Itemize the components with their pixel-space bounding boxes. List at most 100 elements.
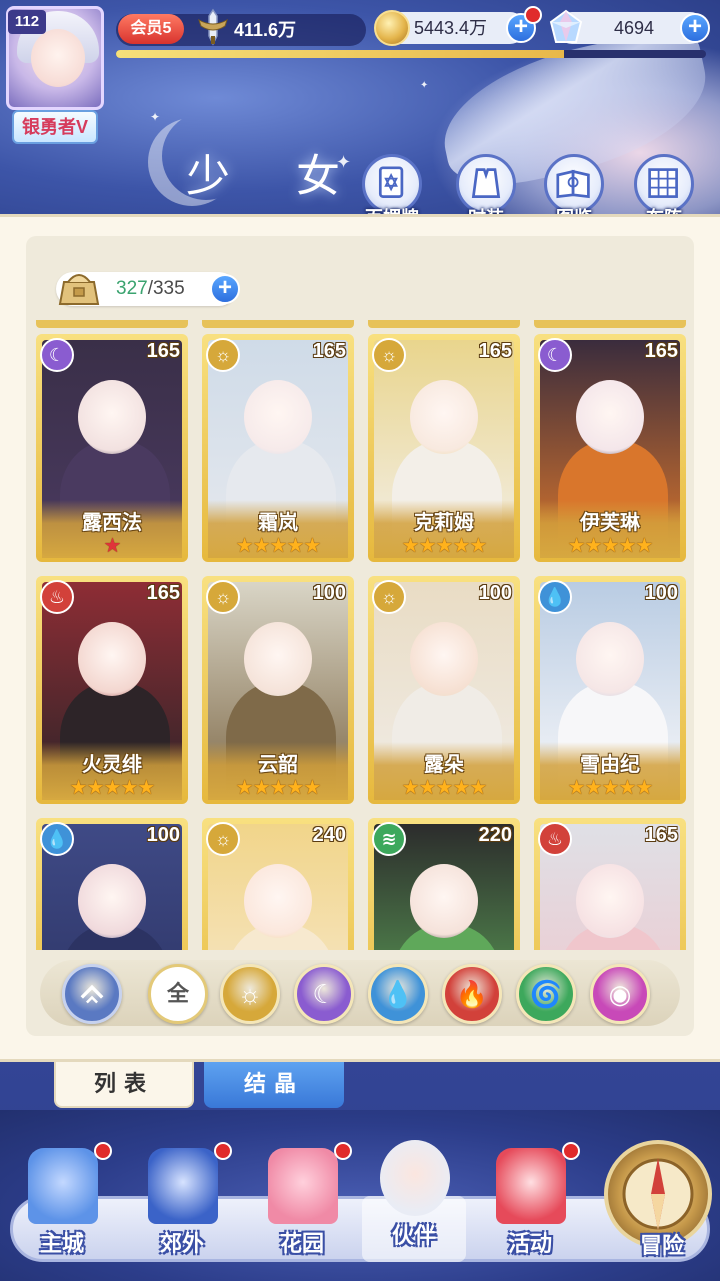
portrait-head bbox=[78, 622, 146, 696]
nav-item-partner-portrait[interactable]: 伙伴 bbox=[362, 1140, 466, 1262]
crescent-moon-icon: ☾ bbox=[312, 979, 336, 1009]
adventure-button[interactable]: 冒险 bbox=[604, 1140, 712, 1258]
nav-item-heart-garden[interactable]: 花园 bbox=[250, 1140, 354, 1266]
partner-card[interactable]: ☼ 240 bbox=[202, 818, 354, 950]
star-icon: ★ bbox=[435, 535, 454, 557]
star-icon: ★ bbox=[137, 777, 155, 799]
sun-icon: ☼ bbox=[206, 580, 240, 614]
portrait-head bbox=[78, 864, 146, 938]
nav-item-castle[interactable]: 主城 bbox=[10, 1140, 114, 1266]
star-icon: ★ bbox=[469, 777, 487, 799]
capacity-current: 327 bbox=[116, 278, 148, 299]
partner-card[interactable]: 💧 100 bbox=[36, 818, 188, 950]
star-icon: ★ bbox=[452, 535, 470, 557]
sparkle-icon: ✦ bbox=[420, 80, 429, 91]
tab-crystal[interactable]: 结晶 bbox=[204, 1062, 344, 1108]
star-icon: ★ bbox=[69, 777, 88, 799]
filter-moon-button[interactable]: ☾ bbox=[294, 964, 354, 1024]
notification-dot bbox=[334, 1142, 352, 1160]
filter-all-button[interactable]: 全 bbox=[148, 964, 208, 1024]
filter-wind-button[interactable]: 🌀 bbox=[516, 964, 576, 1024]
star-icon: ★ bbox=[269, 777, 288, 799]
tab-list[interactable]: 列表 bbox=[54, 1062, 194, 1108]
partner-level: 165 bbox=[146, 340, 180, 362]
star-icon: ★ bbox=[269, 535, 288, 557]
rank-title-tag[interactable]: 银勇者V bbox=[12, 110, 98, 144]
star-icon: ★ bbox=[286, 535, 304, 557]
partner-name: 云韶 bbox=[258, 754, 298, 776]
crescent-moon-icon: ☾ bbox=[40, 338, 74, 372]
partner-card[interactable]: ☼ 100 云韶 ★★★★★ bbox=[202, 576, 354, 804]
gold-amount: 5443.4万 bbox=[414, 18, 488, 38]
partner-level: 165 bbox=[478, 340, 512, 362]
partner-name: 露西法 bbox=[82, 512, 142, 534]
star-icon: ★ bbox=[469, 535, 487, 557]
portrait-head bbox=[410, 864, 478, 938]
filter-dark-button[interactable]: ◉ bbox=[590, 964, 650, 1024]
filter-water-button[interactable]: 💧 bbox=[368, 964, 428, 1024]
star-rating: ★★★★★ bbox=[42, 778, 182, 798]
portrait-head bbox=[78, 380, 146, 454]
nav-label: 郊外 bbox=[159, 1231, 204, 1256]
partner-card[interactable]: ☼ 165 霜岚 ★★★★★ bbox=[202, 334, 354, 562]
notification-dot bbox=[524, 6, 542, 24]
vip-badge[interactable]: 会员5 bbox=[118, 14, 184, 44]
partner-name: 霜岚 bbox=[258, 512, 298, 534]
portrait-head bbox=[410, 622, 478, 696]
partner-name: 伊芙琳 bbox=[580, 512, 640, 534]
orbit-icon: ◉ bbox=[608, 979, 632, 1009]
star-icon: ★ bbox=[401, 535, 420, 557]
partner-card[interactable]: 💧 100 雪由纪 ★★★★★ bbox=[534, 576, 686, 804]
partner-card[interactable]: ≋ 220 bbox=[368, 818, 520, 950]
water-drop-icon: 💧 bbox=[381, 979, 415, 1009]
portrait-head bbox=[244, 380, 312, 454]
flame-icon: ♨ bbox=[40, 580, 74, 614]
portrait-head bbox=[244, 622, 312, 696]
card-edge-strip bbox=[368, 320, 520, 328]
star-rating: ★★★★★ bbox=[208, 536, 348, 556]
partner-card[interactable]: ♨ 165 bbox=[534, 818, 686, 950]
star-icon: ★ bbox=[584, 535, 603, 557]
star-icon: ★ bbox=[252, 777, 271, 799]
notification-dot bbox=[562, 1142, 580, 1160]
notification-dot bbox=[214, 1142, 232, 1160]
partner-card[interactable]: ♨ 165 火灵绯 ★★★★★ bbox=[36, 576, 188, 804]
filter-fire-button[interactable]: 🔥 bbox=[442, 964, 502, 1024]
card-edge-strip bbox=[202, 320, 354, 328]
partner-card[interactable]: ☾ 165 露西法 ★ bbox=[36, 334, 188, 562]
sun-icon: ☼ bbox=[372, 580, 406, 614]
star-rating: ★ bbox=[42, 536, 182, 556]
power-value: 411.6万 bbox=[234, 20, 297, 40]
star-rating: ★★★★★ bbox=[208, 778, 348, 798]
portrait-head bbox=[410, 380, 478, 454]
sun-icon: ☼ bbox=[238, 979, 262, 1009]
partner-card[interactable]: ☼ 100 露朵 ★★★★★ bbox=[368, 576, 520, 804]
star-icon: ★ bbox=[303, 777, 321, 799]
expand-capacity-button[interactable]: + bbox=[210, 274, 240, 304]
gold-coin-icon bbox=[374, 10, 410, 46]
flame-icon: 🔥 bbox=[455, 979, 489, 1009]
star-icon: ★ bbox=[635, 535, 653, 557]
star-icon: ★ bbox=[418, 535, 437, 557]
star-icon: ★ bbox=[601, 777, 620, 799]
star-icon: ★ bbox=[567, 777, 586, 799]
nav-item-gift-box[interactable]: 活动 bbox=[478, 1140, 582, 1266]
add-gems-button[interactable]: + bbox=[680, 13, 710, 43]
partner-level: 100 bbox=[478, 582, 512, 604]
rank-filter-button[interactable] bbox=[62, 964, 122, 1024]
nav-item-hexagram-gate[interactable]: 郊外 bbox=[130, 1140, 234, 1266]
partner-card[interactable]: ☾ 165 伊芙琳 ★★★★★ bbox=[534, 334, 686, 562]
exp-progress-bar bbox=[116, 50, 706, 58]
water-drop-icon: 💧 bbox=[40, 822, 74, 856]
sun-icon: ☼ bbox=[206, 822, 240, 856]
star-icon: ★ bbox=[635, 777, 653, 799]
gem-amount: 4694 bbox=[614, 18, 655, 38]
filter-light-button[interactable]: ☼ bbox=[220, 964, 280, 1024]
capacity-max: 335 bbox=[152, 278, 185, 299]
star-icon: ★ bbox=[286, 777, 304, 799]
partner-card-grid: ☾ 165 露西法 ★ ☼ 165 霜岚 ★★★★★ ☼ 165 克莉姆 ★★★★★ ☾ 165 伊芙琳 ★★… bbox=[30, 320, 694, 950]
water-drop-icon: 💧 bbox=[538, 580, 572, 614]
partner-card[interactable]: ☼ 165 克莉姆 ★★★★★ bbox=[368, 334, 520, 562]
nav-label: 活动 bbox=[507, 1231, 552, 1256]
portrait-head bbox=[576, 380, 644, 454]
